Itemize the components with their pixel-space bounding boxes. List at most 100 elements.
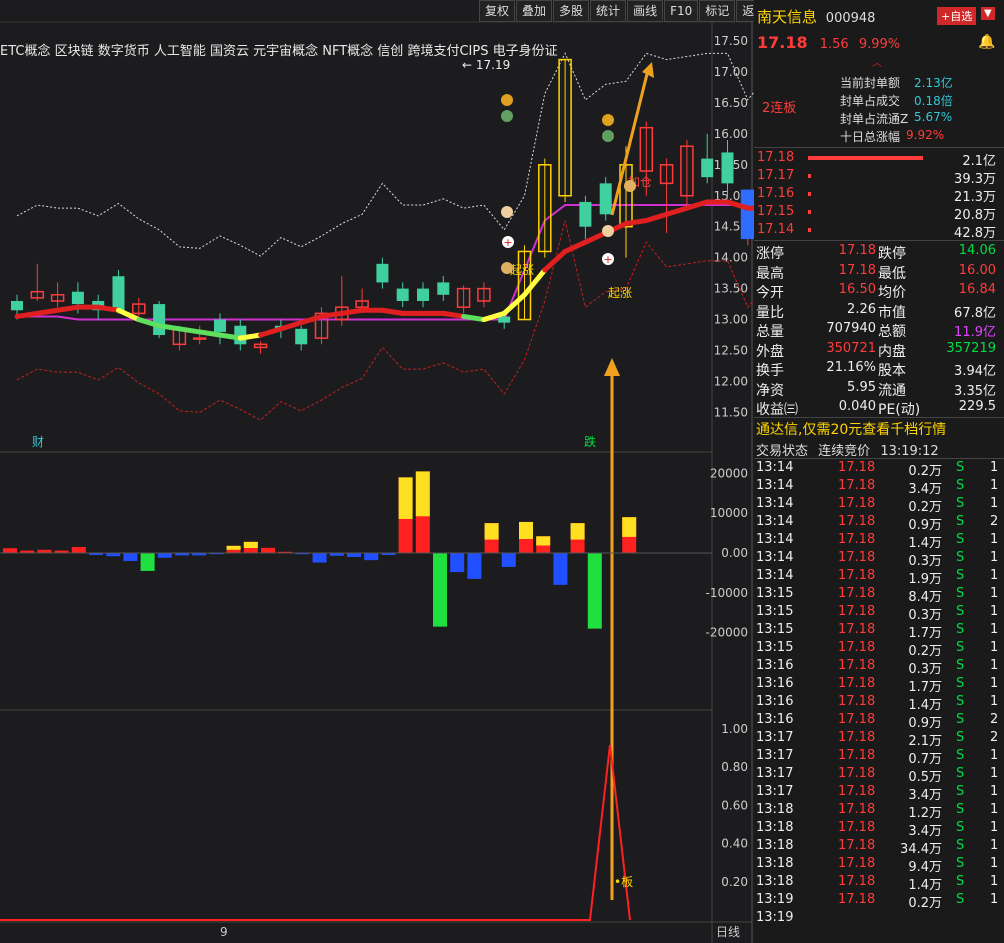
seal-value: 5.67% [914,110,953,124]
add-watch-button[interactable]: +自选 [937,7,977,25]
volume-bar [450,553,465,573]
tick-count: 1 [990,496,999,511]
price-change: 1.56 [819,37,849,52]
start-label-1: 起涨 [510,262,534,277]
seal-label: 封单占成交 [840,94,901,108]
collapse-icon[interactable]: ︿ [872,54,882,69]
toolbar-button-1[interactable]: 叠加 [516,0,553,22]
candle-body [701,158,714,178]
tick-side: S [956,820,965,835]
tick-row: 13:16 17.18 1.7万 S 1 [754,676,1004,695]
candle-body [11,300,23,311]
start-label-2: 起涨 [608,285,632,300]
tick-price: 17.18 [838,550,876,565]
tick-volume: 3.4万 [908,788,942,803]
tick-price: 17.18 [838,604,876,619]
tick-volume: 2.1万 [908,734,942,749]
bid-bar [808,228,811,232]
tick-side: S [956,658,965,673]
tick-volume: 1.2万 [908,806,942,821]
tick-side: S [956,550,965,565]
volume-bar-top [570,523,585,540]
tick-price: 17.18 [838,874,876,889]
tick-time: 13:14 [756,514,794,529]
tick-time: 13:15 [756,640,794,655]
ma-line-segment [278,320,304,332]
stat-value-2: 357219 [946,340,996,356]
ma-line-segment [339,307,365,316]
ind-tick-label: 0.60 [721,798,748,812]
ma-line-segment [95,304,121,313]
tick-row: 13:14 17.18 1.9万 S 1 [754,568,1004,587]
toolbar-button-6[interactable]: 标记 [699,0,736,22]
stat-label-2: 市值 [878,304,906,321]
last-price: 17.18 [757,33,808,52]
ma-line-segment [237,332,264,341]
tick-row: 13:14 17.18 0.9万 S 2 [754,514,1004,533]
volume-bar [157,553,172,558]
dropdown-icon[interactable]: ▼ [981,7,995,20]
stat-value-2: 67.8亿 [954,305,996,321]
tick-count: 1 [990,604,999,619]
bid-row[interactable]: 17.17 39.3万 [754,168,1004,187]
toolbar-button-4[interactable]: 画线 [627,0,664,22]
tick-side: S [956,604,965,619]
bid-price: 17.18 [757,150,795,165]
ma-line-segment [542,248,568,273]
bid-row[interactable]: 17.15 20.8万 [754,204,1004,223]
tick-time: 13:16 [756,658,794,673]
bid-row[interactable]: 17.16 21.3万 [754,186,1004,205]
stat-label-1: 总量 [756,324,784,340]
volume-bar [433,553,447,627]
stat-row: 涨停 17.18 跌停 14.06 [754,243,1004,262]
tick-price: 17.18 [838,514,876,529]
bell-icon[interactable]: 🔔 [978,34,995,50]
tick-volume: 0.2万 [908,464,942,479]
stock-name: 南天信息 [757,8,818,26]
tick-time: 13:15 [756,586,794,601]
stat-label-1: 量比 [756,304,784,321]
toolbar-button-3[interactable]: 统计 [590,0,627,22]
volume-bar [467,553,482,579]
plus-icon-glyph: + [603,253,612,266]
candle-body [214,319,226,332]
stat-label-1: 最高 [756,265,784,282]
ind-tick-label: 0.80 [721,760,748,774]
tick-time: 13:15 [756,604,794,619]
tick-side: S [956,730,965,745]
bid-row[interactable]: 17.18 2.1亿 [754,150,1004,169]
ad-banner[interactable]: 通达信,仅需20元查看千档行情 [756,419,946,439]
tick-count: 1 [990,676,999,691]
tick-volume: 0.3万 [908,608,942,623]
tick-side: S [956,694,965,709]
fruit-icon [501,94,513,106]
fruit-icon [602,114,614,126]
tick-volume: 1.4万 [908,698,942,713]
tick-row: 13:17 17.18 0.7万 S 1 [754,748,1004,767]
tick-count: 1 [990,658,999,673]
stat-value-2: 3.94亿 [954,364,996,379]
tick-count: 1 [990,856,999,871]
vol-tick-label: 10000 [710,506,748,520]
tick-time: 13:18 [756,820,794,835]
toolbar-button-0[interactable]: 复权 [479,0,516,22]
tick-side: S [956,784,965,799]
bid-price: 17.16 [757,186,795,201]
volume-bar-top [536,536,551,546]
stat-label-1: 今开 [756,285,784,301]
toolbar-button-5[interactable]: F10 [664,0,699,22]
volume-bar [553,553,568,585]
toolbar-button-2[interactable]: 多股 [553,0,590,22]
tick-row: 13:15 17.18 0.2万 S 1 [754,640,1004,659]
ma-line-segment [156,323,182,332]
stat-row: 今开 16.50 均价 16.84 [754,282,1004,301]
volume-bar-top [622,517,637,537]
ma-line-segment [582,230,609,245]
tick-count: 1 [990,478,999,493]
seal-row: 十日总涨幅 9.92% [754,128,1004,146]
bid-row[interactable]: 17.14 42.8万 [754,222,1004,241]
volume-bar [312,553,327,563]
volume-bar-top [415,471,430,517]
cai-label: 财 [32,435,44,449]
price-tick-label: 16.50 [714,96,748,110]
